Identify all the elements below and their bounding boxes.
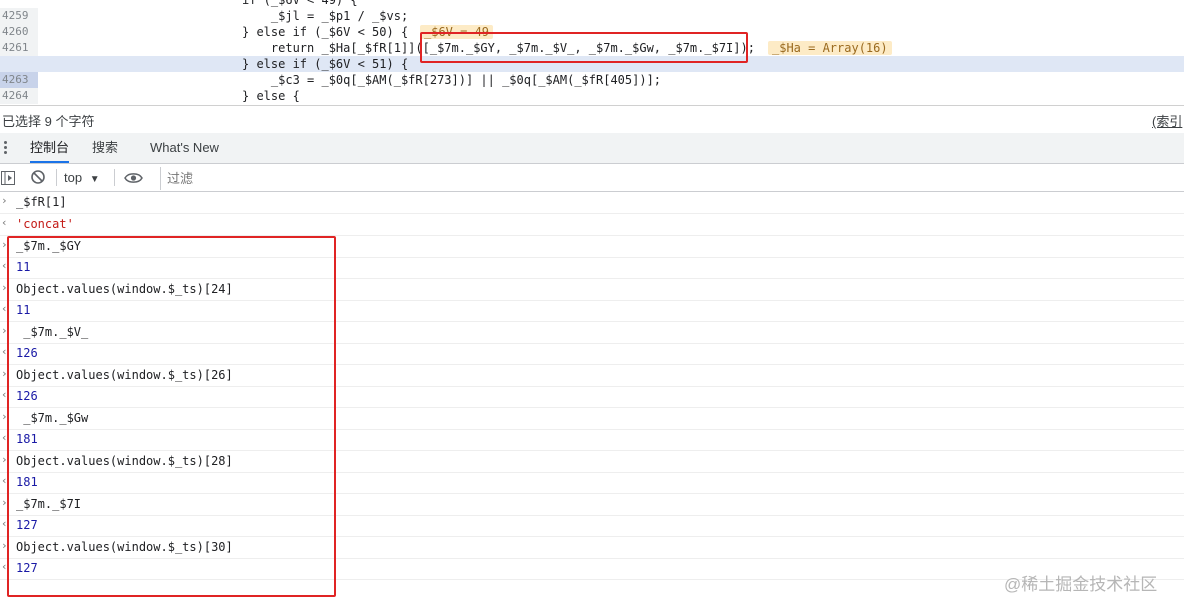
eye-icon[interactable] xyxy=(124,170,143,189)
console-expression: _$7m._$V_ xyxy=(16,324,89,339)
code-text: return _$Ha[_$fR[1]]([_$7m._$GY, _$7m._$… xyxy=(242,41,755,55)
console-result-row[interactable]: ‹ 11 xyxy=(0,257,1184,279)
input-arrow-icon: › xyxy=(1,495,8,509)
result-arrow-icon: ‹ xyxy=(1,517,8,530)
console-input-row[interactable]: › _$7m._$Gw xyxy=(0,408,1184,430)
console-value: 181 xyxy=(16,475,38,489)
input-arrow-icon: › xyxy=(1,323,8,337)
console-result-row[interactable]: ‹ 'concat' xyxy=(0,214,1184,236)
clear-console-icon[interactable] xyxy=(30,169,46,189)
input-arrow-icon: › xyxy=(1,194,8,207)
console-result-row[interactable]: ‹ 181 xyxy=(0,472,1184,494)
code-line-4264[interactable]: 4264 _$c3 = _$0q[_$AM(_$fR[273])] || _$0… xyxy=(0,72,1184,104)
console-input-row[interactable]: › Object.values(window.$_ts)[28] xyxy=(0,451,1184,473)
watermark: @稀土掘金技术社区 xyxy=(1004,575,1158,594)
tab-search[interactable]: 搜索 xyxy=(92,133,118,163)
console-input-row[interactable]: › Object.values(window.$_ts)[24] xyxy=(0,279,1184,301)
code-line-4261[interactable]: 4261 } else if (_$6V < 50) { _$6V = 49 xyxy=(0,24,1184,56)
tab-whats-new[interactable]: What's New xyxy=(150,133,219,163)
console-expression: Object.values(window.$_ts)[26] xyxy=(16,367,233,382)
code-line-4263-current[interactable]: 4263 } else if (_$6V < 51) { xyxy=(0,56,1184,88)
console-expression: Object.values(window.$_ts)[24] xyxy=(16,281,233,296)
console-result-row[interactable]: ‹ 126 xyxy=(0,343,1184,365)
console-result-row[interactable]: ‹ 126 xyxy=(0,386,1184,408)
code-line-4265[interactable]: 4265 } else { xyxy=(0,88,1184,104)
console-value: 181 xyxy=(16,432,38,446)
result-arrow-icon: ‹ xyxy=(1,345,8,358)
context-value: top xyxy=(64,170,83,185)
console-value: 11 xyxy=(16,303,31,317)
console-value: 'concat' xyxy=(16,217,74,231)
code-text: if (_$6V < 49) { xyxy=(242,0,358,7)
code-text: } else if (_$6V < 50) { xyxy=(242,25,409,39)
console-messages[interactable]: › _$fR[1] ‹ 'concat' › _$7m._$GY ‹ 11 › Object.va… xyxy=(0,192,1184,610)
input-arrow-icon: › xyxy=(1,409,8,423)
input-arrow-icon: › xyxy=(1,452,8,466)
code-line-4259[interactable]: 4259 if (_$6V < 49) { xyxy=(0,0,1184,24)
input-arrow-icon: › xyxy=(1,366,8,380)
console-value: 126 xyxy=(16,389,38,403)
result-arrow-icon: ‹ xyxy=(1,302,8,315)
drawer-tab-bar: 控制台 搜索 What's New xyxy=(0,133,1184,164)
console-expression: _$fR[1] xyxy=(16,195,67,209)
inline-value-badge: _$6V = 49 xyxy=(420,25,494,39)
console-input-row[interactable]: › _$7m._$GY xyxy=(0,236,1184,258)
console-input-row[interactable]: › _$7m._$7I xyxy=(0,494,1184,516)
chevron-down-icon: ▼ xyxy=(89,174,100,185)
source-code-panel[interactable]: 4259 if (_$6V < 49) { 4260 _$jl = _$p1 /… xyxy=(0,0,1184,104)
console-value: 126 xyxy=(16,346,38,360)
code-line-4260[interactable]: 4260 _$jl = _$p1 / _$vs; xyxy=(0,8,1184,40)
console-result-row[interactable]: ‹ 11 xyxy=(0,300,1184,322)
code-line-4262[interactable]: 4262 return _$Ha[_$fR[1]]([_$7m._$GY, _$… xyxy=(0,40,1184,72)
console-expression: _$7m._$Gw xyxy=(16,410,89,425)
result-arrow-icon: ‹ xyxy=(1,560,8,573)
console-expression: Object.values(window.$_ts)[30] xyxy=(16,539,233,554)
selection-status: 已选择 9 个字符 xyxy=(2,114,95,129)
sidebar-toggle-icon[interactable] xyxy=(1,170,15,189)
console-expression: _$7m._$GY xyxy=(16,238,82,253)
result-arrow-icon: ‹ xyxy=(1,388,8,401)
input-arrow-icon: › xyxy=(1,538,8,552)
status-link[interactable]: (索引 xyxy=(1152,111,1182,130)
console-value: 11 xyxy=(16,260,31,274)
source-status-bar: 已选择 9 个字符 (索引 xyxy=(0,105,1184,134)
inline-value-badge: _$Ha = Array(16) xyxy=(768,41,892,55)
more-options-icon[interactable] xyxy=(4,141,8,157)
console-result-row[interactable]: ‹ 127 xyxy=(0,515,1184,537)
console-expression: Object.values(window.$_ts)[28] xyxy=(16,453,233,468)
toolbar-divider xyxy=(114,169,115,186)
code-text: _$c3 = _$0q[_$AM(_$fR[273])] || _$0q[_$A… xyxy=(242,73,662,87)
console-result-row[interactable]: ‹ 181 xyxy=(0,429,1184,451)
toolbar-divider xyxy=(56,169,57,186)
result-arrow-icon: ‹ xyxy=(1,431,8,444)
console-input-row[interactable]: › _$7m._$V_ xyxy=(0,322,1184,344)
input-arrow-icon: › xyxy=(1,237,8,251)
context-selector[interactable]: top ▼ xyxy=(64,168,100,187)
console-input-row[interactable]: › _$fR[1] xyxy=(0,192,1184,214)
result-arrow-icon: ‹ xyxy=(1,259,8,272)
console-value: 127 xyxy=(16,518,38,532)
console-input-row[interactable]: › Object.values(window.$_ts)[30] xyxy=(0,537,1184,559)
code-text: } else { xyxy=(242,89,300,103)
input-arrow-icon: › xyxy=(1,280,8,294)
console-input-row[interactable]: › Object.values(window.$_ts)[26] xyxy=(0,365,1184,387)
console-expression: _$7m._$7I xyxy=(16,496,82,511)
code-text: _$jl = _$p1 / _$vs; xyxy=(242,9,409,23)
result-arrow-icon: ‹ xyxy=(1,216,8,229)
tab-console[interactable]: 控制台 xyxy=(30,133,70,163)
result-arrow-icon: ‹ xyxy=(1,474,8,487)
console-toolbar: top ▼ xyxy=(0,164,1184,192)
filter-input[interactable] xyxy=(160,167,1184,190)
console-value: 127 xyxy=(16,561,38,575)
code-text: } else if (_$6V < 51) { xyxy=(242,57,409,71)
